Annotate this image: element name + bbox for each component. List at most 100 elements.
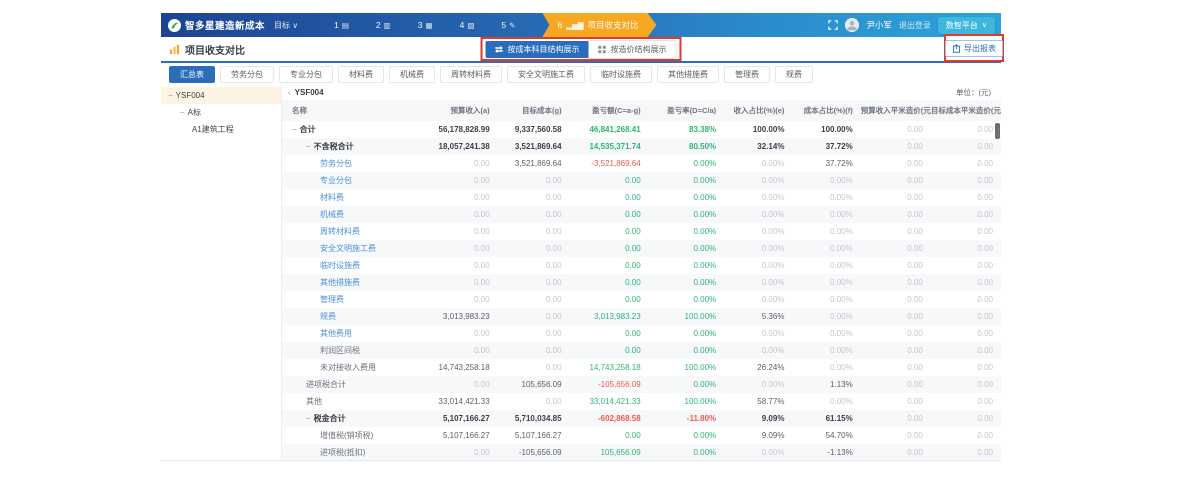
top-right-cluster: 尹小军 退出登录 数智平台 ∨ (828, 17, 1001, 34)
table-row: 进项税合计0.00105,656.09-105,656.090.00%0.00%… (282, 376, 1001, 393)
cell: 0.00 (419, 172, 498, 189)
row-label[interactable]: 临时设施费 (282, 257, 419, 274)
cell: 0.00% (792, 274, 860, 291)
column-header-4: 盈亏率(D=C/a) (649, 100, 724, 121)
wizard-step-2[interactable]: 2▥ (376, 20, 391, 30)
row-label[interactable]: 安全文明施工费 (282, 240, 419, 257)
cell: 0.00 (498, 291, 570, 308)
tab-5[interactable]: 周转材料费 (440, 66, 502, 83)
cell: 3,013,983.23 (419, 308, 498, 325)
fullscreen-icon[interactable] (828, 20, 838, 30)
row-label[interactable]: 材料费 (282, 189, 419, 206)
tab-2[interactable]: 专业分包 (279, 66, 333, 83)
step-number: 1 (334, 20, 339, 30)
cell: 0.00% (649, 291, 724, 308)
cell: 0.00 (570, 291, 649, 308)
row-label[interactable]: 专业分包 (282, 172, 419, 189)
tab-10[interactable]: 规费 (775, 66, 813, 83)
tree-node-label: A标 (188, 108, 201, 117)
collapse-icon[interactable]: − (306, 414, 311, 423)
export-report-button[interactable]: 导出报表 (945, 40, 1003, 57)
tree-node[interactable]: −YSF004 (161, 87, 281, 104)
collapse-icon[interactable]: − (306, 142, 311, 151)
wizard-step-4[interactable]: 4▧ (460, 20, 475, 30)
row-name-text: 专业分包 (320, 176, 352, 185)
row-name-text: 临时设施费 (320, 261, 360, 270)
logout-link[interactable]: 退出登录 (899, 20, 931, 31)
view-by-price-structure-button[interactable]: 按造价结构展示 (589, 40, 677, 59)
grid-icon (598, 45, 607, 54)
tab-7[interactable]: 临时设施费 (590, 66, 652, 83)
cell: 0.00 (570, 189, 649, 206)
row-label[interactable]: 机械费 (282, 206, 419, 223)
logo-version-dropdown[interactable]: 目标 ∨ (274, 20, 298, 31)
cell: -11.80% (649, 410, 724, 427)
cell: 0.00 (931, 308, 1001, 325)
table-row: 专业分包0.000.000.000.00%0.00%0.00%0.000.00 (282, 172, 1001, 189)
app-window: 智多星建造新成本 目标 ∨ 1▤ 2▥ 3▦ 4▧ 5✎ 6▂▅▇项目收支对比 尹小军 退… (161, 13, 1001, 469)
tab-4[interactable]: 机械费 (389, 66, 435, 83)
collapse-chevron-icon[interactable]: ‹ (288, 88, 291, 97)
view-by-cost-subject-button[interactable]: 按成本科目结构展示 (486, 41, 589, 58)
wizard-step-5[interactable]: 5✎ (501, 20, 515, 30)
cell: 0.00% (792, 172, 860, 189)
cell: 61.15% (792, 410, 860, 427)
cell: 0.00% (649, 206, 724, 223)
cell: 0.00 (861, 240, 931, 257)
platform-button-label: 数智平台 (946, 20, 978, 31)
row-label[interactable]: 其他费用 (282, 325, 419, 342)
tree-node[interactable]: A1建筑工程 (161, 121, 281, 138)
row-label[interactable]: 其他措施费 (282, 274, 419, 291)
wizard-step-6[interactable]: 6▂▅▇项目收支对比 (542, 13, 656, 37)
cell: 0.00 (419, 291, 498, 308)
column-header-7: 预算收入平米造价(元/m²)(b) (861, 100, 931, 121)
row-label[interactable]: 管理费 (282, 291, 419, 308)
app-logo[interactable]: 智多星建造新成本 目标 ∨ (168, 18, 298, 32)
tab-3[interactable]: 材料费 (338, 66, 384, 83)
cell: 0.00 (498, 206, 570, 223)
cell: 0.00% (792, 206, 860, 223)
row-label[interactable]: 周转材料费 (282, 223, 419, 240)
tree-node[interactable]: −A标 (161, 104, 281, 121)
cell: 0.00 (931, 223, 1001, 240)
user-name: 尹小军 (866, 19, 892, 31)
user-avatar[interactable] (845, 18, 859, 32)
cell: 0.00% (792, 359, 860, 376)
collapse-icon[interactable]: − (168, 91, 173, 100)
table-row: 材料费0.000.000.000.00%0.00%0.00%0.000.00 (282, 189, 1001, 206)
cell: 0.00 (498, 359, 570, 376)
scrollbar-thumb[interactable] (995, 123, 1000, 139)
cell: 0.00 (419, 274, 498, 291)
cell: 0.00 (861, 359, 931, 376)
wizard-step-3[interactable]: 3▦ (418, 20, 433, 30)
collapse-icon[interactable]: − (292, 125, 297, 134)
cell: 0.00 (861, 376, 931, 393)
row-label: 其他 (282, 393, 419, 410)
table-row: 劳务分包0.003,521,869.64-3,521,869.640.00%0.… (282, 155, 1001, 172)
page-toolbar: 项目收支对比 按成本科目结构展示 按造价结构展示 (161, 37, 1001, 63)
wizard-step-1[interactable]: 1▤ (334, 20, 349, 30)
cell: 5,107,166.27 (419, 427, 498, 444)
row-label[interactable]: 规费 (282, 308, 419, 325)
row-name-text: 税金合计 (314, 414, 346, 423)
tab-6[interactable]: 安全文明施工费 (507, 66, 585, 83)
tab-0[interactable]: 汇总表 (169, 66, 215, 83)
content-area: −YSF004−A标A1建筑工程 ‹ YSF004 单位：(元) 名称预算收入(… (161, 85, 1001, 461)
cell: 32.14% (724, 138, 792, 155)
row-label[interactable]: 劳务分包 (282, 155, 419, 172)
cell: -105,656.09 (498, 444, 570, 460)
cell: 54.70% (792, 427, 860, 444)
cell: 0.00 (861, 121, 931, 138)
row-name-text: 安全文明施工费 (320, 244, 376, 253)
cell: 0.00 (861, 138, 931, 155)
platform-button[interactable]: 数智平台 ∨ (938, 17, 995, 34)
cell: 5,107,166.27 (498, 427, 570, 444)
tab-8[interactable]: 其他措施费 (657, 66, 719, 83)
cell: 0.00 (931, 172, 1001, 189)
tab-1[interactable]: 劳务分包 (220, 66, 274, 83)
cell: 0.00 (570, 223, 649, 240)
top-nav-bar: 智多星建造新成本 目标 ∨ 1▤ 2▥ 3▦ 4▧ 5✎ 6▂▅▇项目收支对比 尹小军 退… (161, 13, 1001, 37)
tab-9[interactable]: 管理费 (724, 66, 770, 83)
column-header-2: 目标成本(g) (498, 100, 570, 121)
collapse-icon[interactable]: − (180, 108, 185, 117)
